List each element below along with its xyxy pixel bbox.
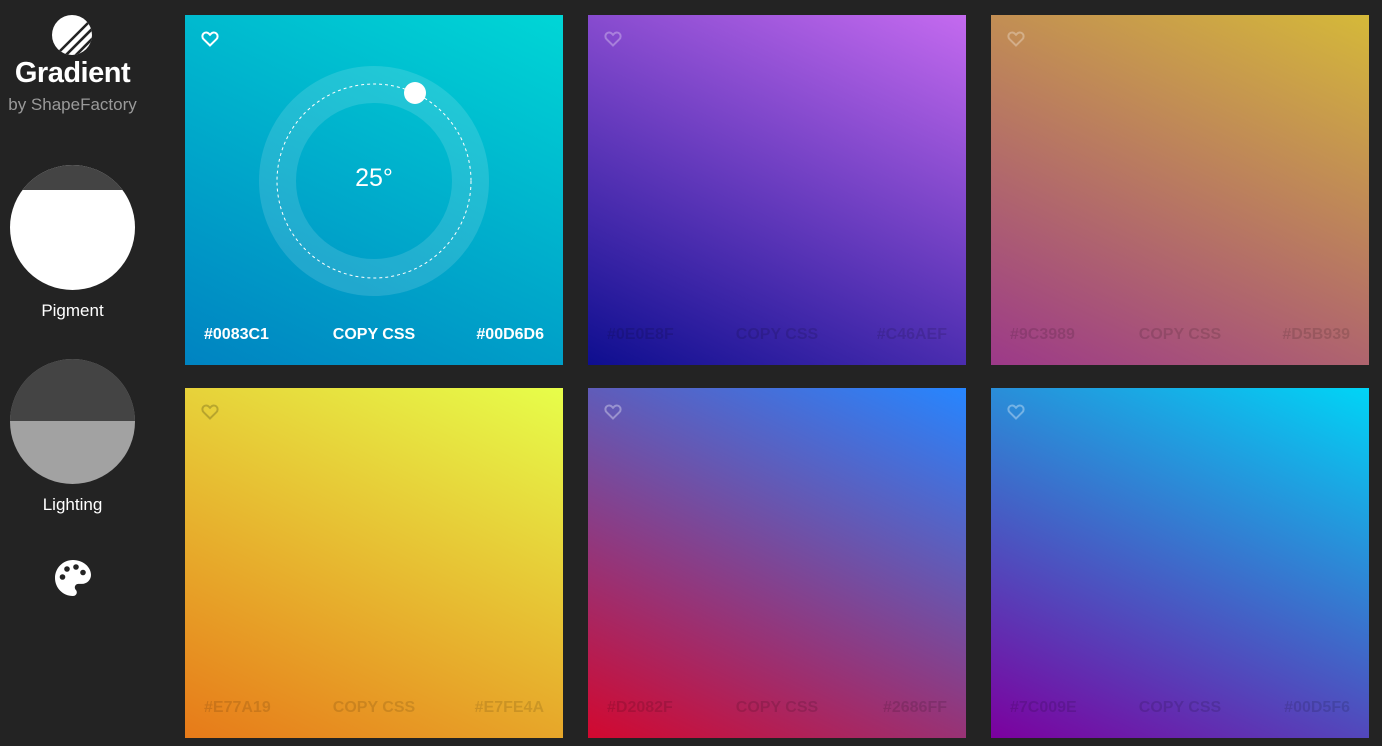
gradient-card[interactable]: #9C3989 COPY CSS #D5B939 [991, 15, 1369, 365]
heart-icon[interactable] [200, 29, 220, 49]
card-footer: #D2082F COPY CSS #2686FF [588, 699, 966, 719]
end-color-hex[interactable]: #E7FE4A [475, 699, 544, 717]
gradient-card[interactable]: #D2082F COPY CSS #2686FF [588, 388, 966, 738]
start-color-hex[interactable]: #0E0E8F [607, 326, 674, 344]
heart-icon[interactable] [1006, 29, 1026, 49]
lighting-knob[interactable] [10, 359, 135, 484]
card-footer: #7C009E COPY CSS #00D5F6 [991, 699, 1369, 719]
palette-icon[interactable] [53, 558, 93, 598]
end-color-hex[interactable]: #00D5F6 [1284, 699, 1350, 717]
end-color-hex[interactable]: #00D6D6 [476, 326, 544, 344]
start-color-hex[interactable]: #E77A19 [204, 699, 271, 717]
heart-icon[interactable] [603, 29, 623, 49]
pigment-label: Pigment [41, 301, 104, 320]
end-color-hex[interactable]: #2686FF [883, 699, 947, 717]
copy-css-button[interactable]: COPY CSS [736, 699, 818, 716]
heart-icon[interactable] [200, 402, 220, 422]
logo-icon[interactable] [52, 15, 92, 55]
card-footer: #0083C1 COPY CSS #00D6D6 [185, 326, 563, 346]
copy-css-button[interactable]: COPY CSS [1139, 699, 1221, 716]
pigment-knob-cap [10, 165, 135, 190]
card-footer: #E77A19 COPY CSS #E7FE4A [185, 699, 563, 719]
app-byline[interactable]: by ShapeFactory [0, 95, 145, 115]
end-color-hex[interactable]: #C46AEF [877, 326, 947, 344]
lighting-label: Lighting [42, 495, 103, 514]
gradient-card[interactable]: #0E0E8F COPY CSS #C46AEF [588, 15, 966, 365]
copy-css-button[interactable]: COPY CSS [333, 326, 415, 343]
card-footer: #9C3989 COPY CSS #D5B939 [991, 326, 1369, 346]
card-footer: #0E0E8F COPY CSS #C46AEF [588, 326, 966, 346]
gradient-card[interactable]: #7C009E COPY CSS #00D5F6 [991, 388, 1369, 738]
angle-handle [404, 82, 426, 104]
gradient-card[interactable]: 25° #0083C1 COPY CSS #00D6D6 [185, 15, 563, 365]
heart-icon[interactable] [1006, 402, 1026, 422]
copy-css-button[interactable]: COPY CSS [333, 699, 415, 716]
start-color-hex[interactable]: #0083C1 [204, 326, 269, 344]
gradient-card[interactable]: #E77A19 COPY CSS #E7FE4A [185, 388, 563, 738]
start-color-hex[interactable]: #9C3989 [1010, 326, 1075, 344]
start-color-hex[interactable]: #7C009E [1010, 699, 1077, 717]
copy-css-button[interactable]: COPY CSS [736, 326, 818, 343]
angle-value: 25° [355, 164, 393, 192]
lighting-knob-cap [10, 359, 135, 421]
heart-icon[interactable] [603, 402, 623, 422]
app-title: Gradient [14, 57, 131, 89]
end-color-hex[interactable]: #D5B939 [1282, 326, 1350, 344]
sidebar: Gradient by ShapeFactory Pigment Lightin… [0, 0, 145, 746]
pigment-knob[interactable] [10, 165, 135, 290]
start-color-hex[interactable]: #D2082F [607, 699, 673, 717]
copy-css-button[interactable]: COPY CSS [1139, 326, 1221, 343]
